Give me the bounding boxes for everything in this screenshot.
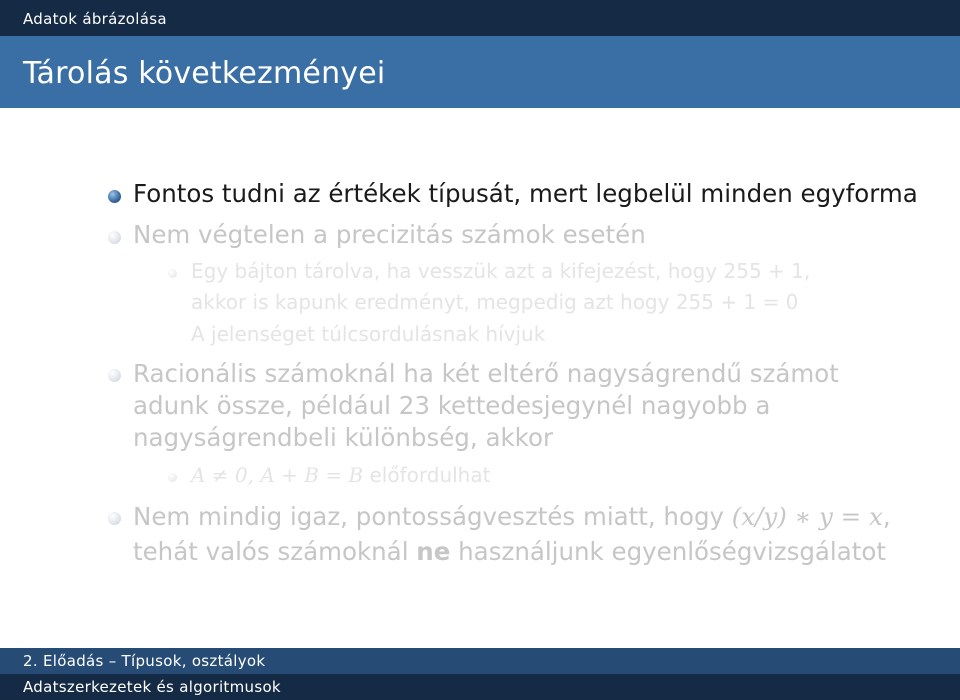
bullet-line: nagyságrendbeli különbség, akkor (133, 423, 554, 452)
sub-bullet-text: előfordulhat (363, 463, 491, 487)
header-bar: Adatok ábrázolása (0, 0, 960, 36)
bullet-item: Nem végtelen a precizitás számok esetén (133, 220, 646, 249)
bullet-line: Nem mindig igaz, pontosságvesztés miatt,… (133, 501, 923, 533)
bullet-text: Nem mindig igaz, pontosságvesztés miatt,… (133, 502, 732, 531)
bullet-line: Racionális számoknál ha két eltérő nagys… (133, 359, 839, 388)
title-bar: Tárolás következményei (0, 36, 960, 108)
sub-bullet-line: akkor is kapunk eredményt, megpedig azt … (191, 290, 799, 314)
footer-course: Adatszerkezetek és algoritmusok (23, 678, 281, 696)
bullet-item: Nem mindig igaz, pontosságvesztés miatt,… (133, 501, 923, 568)
sub-bullet-line: Egy bájton tárolva, ha vesszük azt a kif… (191, 259, 811, 283)
math-expression: A ≠ 0, A + B = B (191, 463, 364, 487)
bullet-line: tehát valós számoknál ne használjunk egy… (133, 536, 923, 568)
math-expression: (x/y) ∗ y = x (731, 502, 883, 531)
bullet-ball-icon (108, 190, 121, 203)
sub-bullet-ball-icon (168, 269, 177, 278)
sub-bullet-ball-icon (168, 473, 177, 482)
bold-word: ne (416, 537, 451, 566)
slide-title: Tárolás következményei (23, 56, 386, 91)
footer-course-bar: Adatszerkezetek és algoritmusok (0, 674, 960, 700)
footer-lecture-bar: 2. Előadás – Típusok, osztályok (0, 648, 960, 674)
bullet-text: , (882, 502, 891, 531)
sub-bullet-line: A jelenséget túlcsordulásnak hívjuk (191, 322, 546, 346)
bullet-ball-icon (108, 512, 121, 525)
footer-lecture: 2. Előadás – Típusok, osztályok (23, 652, 266, 670)
section-title: Adatok ábrázolása (23, 10, 167, 28)
sub-bullet-line: A ≠ 0, A + B = B előfordulhat (191, 460, 931, 491)
bullet-ball-icon (108, 231, 121, 244)
bullet-ball-icon (108, 369, 121, 382)
bullet-text: tehát valós számoknál (133, 537, 417, 566)
slide-content: Fontos tudni az értékek típusát, mert le… (0, 108, 960, 648)
bullet-item: Racionális számoknál ha két eltérő nagys… (133, 358, 923, 454)
bullet-line: adunk össze, például 23 kettedesjegynél … (133, 391, 771, 420)
bullet-item: Fontos tudni az értékek típusát, mert le… (133, 179, 918, 208)
bullet-text: használjunk egyenlőségvizsgálatot (450, 537, 886, 566)
